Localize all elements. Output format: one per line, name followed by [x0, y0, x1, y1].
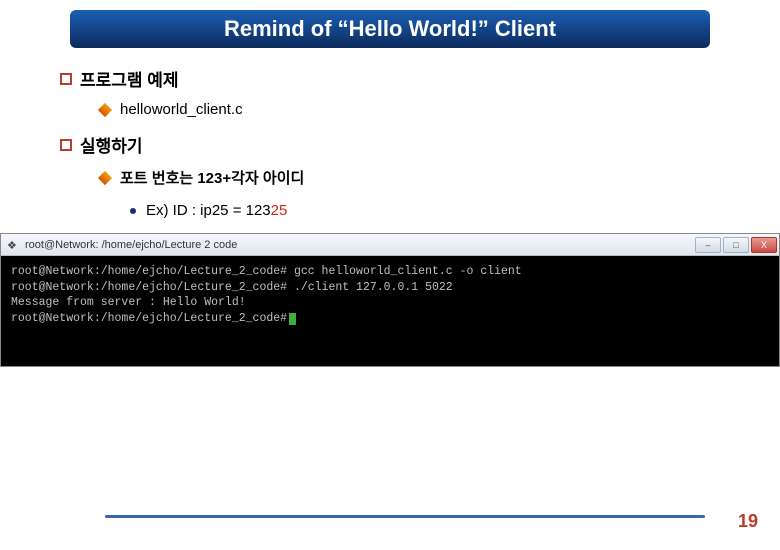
terminal-window: ❖ root@Network: /home/ejcho/Lecture 2 co…	[0, 233, 780, 367]
section-1-heading-row: 프로그램 예제	[60, 66, 720, 91]
maximize-button[interactable]: □	[723, 237, 749, 253]
section-1-item: helloworld_client.c	[120, 101, 243, 118]
close-button[interactable]: X	[751, 237, 777, 253]
diamond-bullet-icon	[98, 102, 112, 116]
section-2-subitem: Ex) ID : ip25 = 12325	[146, 202, 287, 219]
page-number: 19	[738, 511, 758, 532]
terminal-app-icon: ❖	[7, 239, 19, 251]
subitem-prefix: Ex) ID : ip25 = 123	[146, 202, 271, 219]
terminal-line: Message from server : Hello World!	[11, 295, 769, 311]
diamond-bullet-icon	[98, 170, 112, 184]
section-2-heading: 실행하기	[80, 132, 143, 157]
window-buttons: – □ X	[695, 237, 777, 253]
section-1-heading: 프로그램 예제	[80, 66, 179, 91]
section-2-subitem-row: Ex) ID : ip25 = 12325	[130, 202, 720, 219]
subitem-red: 25	[271, 202, 288, 219]
window-titlebar: ❖ root@Network: /home/ejcho/Lecture 2 co…	[1, 234, 779, 256]
section-1-item-row: helloworld_client.c	[100, 101, 720, 118]
window-title: root@Network: /home/ejcho/Lecture 2 code	[25, 239, 695, 251]
minimize-button[interactable]: –	[695, 237, 721, 253]
square-bullet-icon	[60, 139, 72, 151]
terminal-body: root@Network:/home/ejcho/Lecture_2_code#…	[1, 256, 779, 366]
terminal-prompt: root@Network:/home/ejcho/Lecture_2_code#	[11, 312, 287, 325]
terminal-line: root@Network:/home/ejcho/Lecture_2_code#…	[11, 264, 769, 280]
section-2-item-row: 포트 번호는 123+각자 아이디	[100, 167, 720, 188]
slide-content: 프로그램 예제 helloworld_client.c 실행하기 포트 번호는 …	[60, 66, 720, 219]
section-2-item: 포트 번호는 123+각자 아이디	[120, 167, 304, 188]
section-2-heading-row: 실행하기	[60, 132, 720, 157]
terminal-screenshot: ❖ root@Network: /home/ejcho/Lecture 2 co…	[0, 233, 780, 367]
terminal-line: root@Network:/home/ejcho/Lecture_2_code#	[11, 311, 769, 327]
cursor-icon	[289, 313, 296, 325]
dot-bullet-icon	[130, 208, 136, 214]
slide-title-bar: Remind of “Hello World!” Client	[70, 10, 710, 48]
footer-divider	[105, 515, 705, 518]
slide-title: Remind of “Hello World!” Client	[224, 16, 556, 41]
terminal-line: root@Network:/home/ejcho/Lecture_2_code#…	[11, 280, 769, 296]
square-bullet-icon	[60, 73, 72, 85]
